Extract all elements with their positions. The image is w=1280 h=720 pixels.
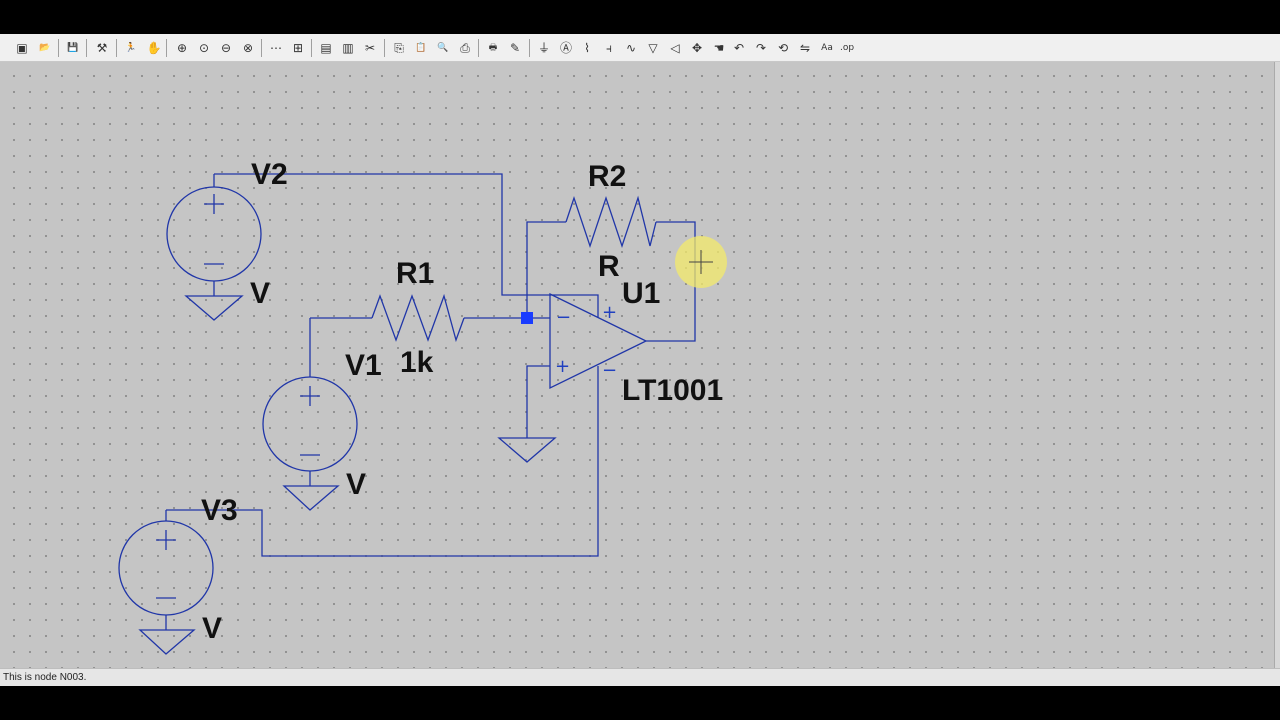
- label-r1-value[interactable]: 1k: [400, 346, 434, 379]
- voltage-source-v1[interactable]: [262, 318, 358, 511]
- label-r1[interactable]: R1: [396, 257, 434, 290]
- label-lt1001[interactable]: LT1001: [622, 374, 723, 407]
- label-v2[interactable]: V2: [251, 158, 288, 191]
- voltage-source-v2[interactable]: [166, 174, 262, 321]
- label-v3-value[interactable]: V: [202, 612, 222, 645]
- label-v2-value[interactable]: V: [250, 277, 270, 310]
- ground-symbol: [497, 437, 557, 463]
- resistor-r1[interactable]: [371, 293, 465, 343]
- label-r2-value[interactable]: R: [598, 250, 620, 283]
- label-u1[interactable]: U1: [622, 277, 660, 310]
- voltage-source-v3[interactable]: [118, 510, 214, 655]
- label-v3[interactable]: V3: [201, 494, 238, 527]
- opamp-supply-plus-sign: +: [602, 302, 617, 323]
- opamp-supply-minus-sign: −: [602, 360, 617, 381]
- resistor-r2[interactable]: [565, 195, 657, 249]
- label-v1[interactable]: V1: [345, 349, 382, 382]
- label-v1-value[interactable]: V: [346, 468, 366, 501]
- label-r2[interactable]: R2: [588, 160, 626, 193]
- opamp-noninverting-sign: +: [555, 356, 570, 377]
- status-bar: This is node N003.: [0, 668, 1280, 686]
- status-text: This is node N003.: [3, 672, 87, 683]
- cursor-crosshair-icon: [675, 236, 727, 288]
- opamp-inverting-sign: −: [556, 307, 571, 328]
- node-junction-marker[interactable]: [521, 312, 533, 324]
- schematic-drawing: − + + − V2 V R2 R U1 R1 1k V1 V LT1001 V…: [118, 158, 727, 655]
